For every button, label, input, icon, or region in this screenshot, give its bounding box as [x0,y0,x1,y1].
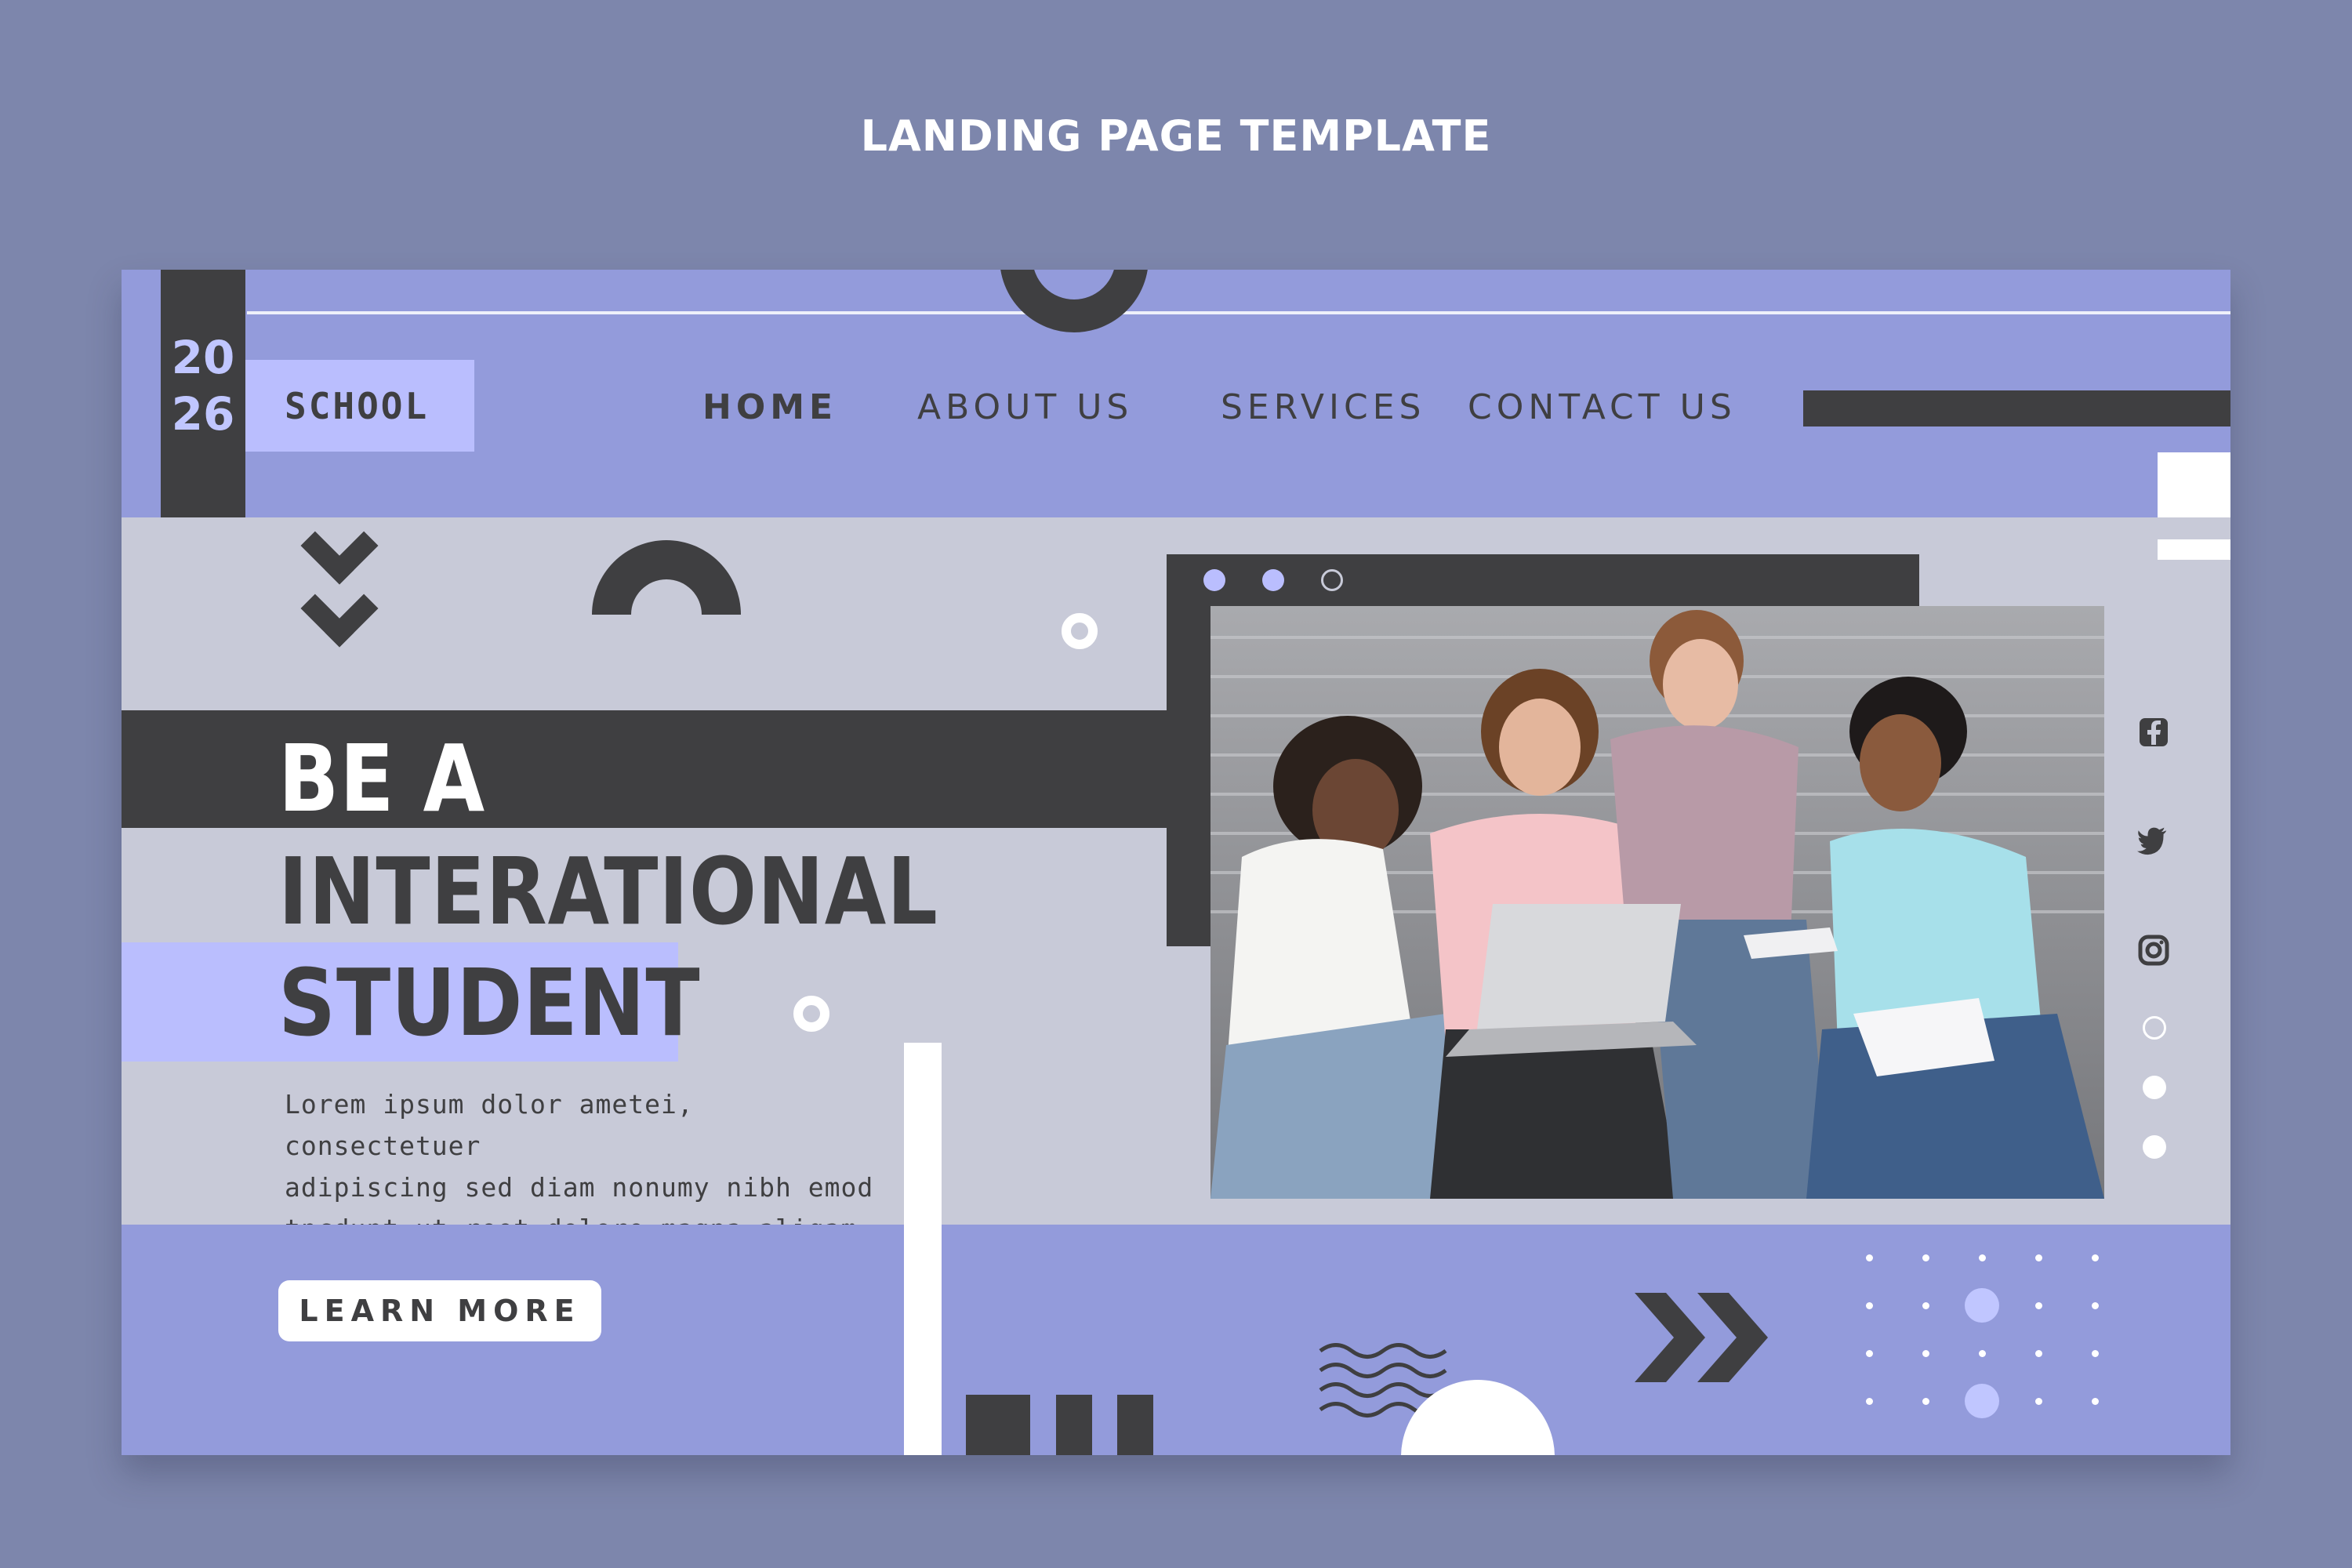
header-bar-decoration [1803,390,2230,426]
header-divider-line [247,311,2230,314]
block-decoration [1117,1395,1153,1455]
students-photo [1210,606,2104,1199]
chevron-down-icon [285,506,394,671]
year-bottom: 26 [171,387,235,441]
ring-small-decoration [793,996,829,1032]
page-heading: LANDING PAGE TEMPLATE [860,111,1492,161]
logo-text: SCHOOL [285,384,430,427]
pagination-dot[interactable] [2143,1076,2166,1099]
twitter-icon[interactable] [2136,825,2168,856]
year-label: 20 26 [161,329,245,442]
side-tab-decoration [2158,452,2230,517]
white-post-decoration [904,1043,942,1455]
block-decoration [966,1395,1030,1455]
dot-grid-decoration [1866,1254,2117,1423]
double-chevron-right-icon [1635,1293,1768,1382]
nav-services[interactable]: SERVICES [1221,387,1425,427]
hero-title-line-3: STUDENT [278,949,701,1057]
pagination-dot[interactable] [2143,1016,2166,1040]
side-tab-decoration [2158,539,2230,558]
nav-contact-us[interactable]: CONTACT US [1468,387,1737,427]
landing-page-card: 20 26 SCHOOL HOME ABOUT US SERVICES CONT… [122,270,2230,1455]
window-dot [1262,569,1284,591]
description-line: adipiscing sed diam nonumy nibh emod [285,1172,874,1203]
year-top: 20 [171,331,235,384]
instagram-icon[interactable] [2138,935,2169,966]
ring-small-decoration [1062,613,1098,649]
hero-title-line-2: INTERATIONAL [278,837,938,946]
block-decoration [1056,1395,1092,1455]
nav-about-us[interactable]: ABOUT US [917,387,1133,427]
description-line: Lorem ipsum dolor ametei, consectetuer [285,1089,694,1161]
facebook-icon[interactable] [2138,717,2169,748]
nav-home[interactable]: HOME [702,387,837,427]
window-dot [1203,569,1225,591]
pagination-dot[interactable] [2143,1135,2166,1159]
hero-title-line-1: BE A [278,724,485,833]
learn-more-button[interactable]: LEARN MORE [278,1280,601,1341]
window-dot [1321,569,1343,591]
logo-school[interactable]: SCHOOL [245,360,474,452]
